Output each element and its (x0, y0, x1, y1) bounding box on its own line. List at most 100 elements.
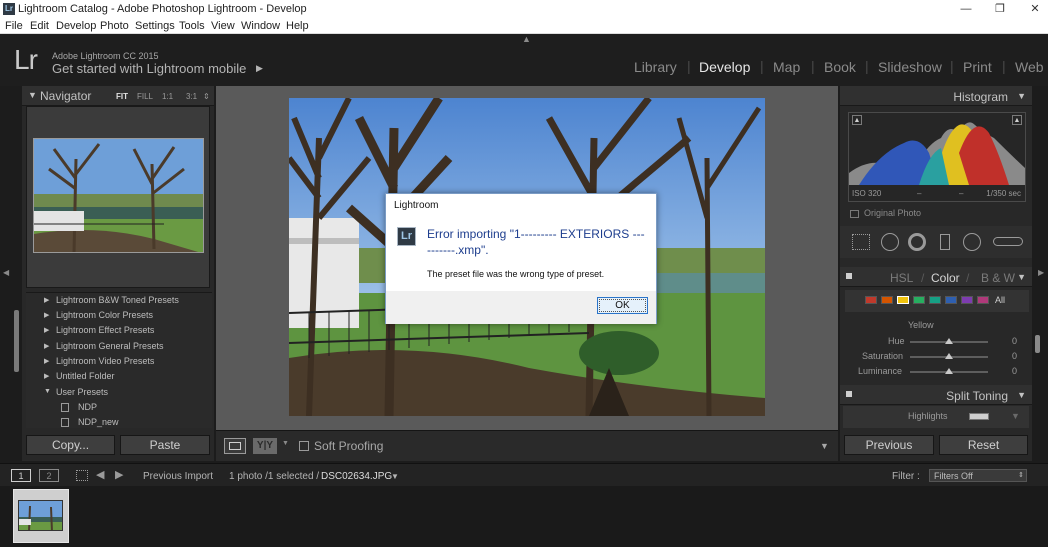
module-develop[interactable]: Develop (699, 59, 750, 75)
filename-dropdown-icon[interactable]: ▼ (391, 472, 399, 481)
luminance-slider-thumb[interactable] (945, 368, 953, 374)
tab-bw[interactable]: B & W (981, 271, 1015, 285)
filmstrip-source[interactable]: Previous Import (143, 471, 213, 482)
play-arrow-icon[interactable]: ▶ (256, 63, 263, 74)
highlights-color-swatch[interactable] (969, 413, 989, 420)
filter-dropdown[interactable]: Filters Off ⇕ (929, 469, 1027, 482)
tab-hsl[interactable]: HSL (890, 271, 913, 285)
copy-button[interactable]: Copy... (26, 435, 115, 455)
zoom-3-1[interactable]: 3:1 (186, 92, 197, 101)
preset-folder[interactable]: ▶ Untitled Folder (26, 369, 212, 384)
preset-folder[interactable]: ▶ Lightroom General Presets (26, 339, 212, 354)
loupe-view-button[interactable] (224, 438, 246, 454)
module-library[interactable]: Library (634, 59, 677, 75)
adjustment-brush-icon[interactable] (993, 237, 1023, 246)
menu-tools[interactable]: Tools (179, 20, 205, 32)
grid-view-icon[interactable] (76, 470, 88, 481)
collapse-triangle-icon[interactable]: ▼ (44, 388, 51, 395)
navigator-thumbnail[interactable] (33, 138, 204, 253)
collapse-triangle-icon[interactable]: ▼ (28, 90, 37, 100)
hue-value[interactable]: 0 (1012, 336, 1017, 346)
preset-item[interactable]: NDP (26, 400, 212, 415)
navigator-header[interactable]: ▼ Navigator FIT FILL 1:1 3:1 ⇕ (22, 86, 214, 106)
preset-item[interactable]: NDP_new (26, 415, 212, 430)
graduated-filter-icon[interactable] (940, 234, 950, 250)
swatch-aqua[interactable] (929, 296, 941, 304)
radial-filter-icon[interactable] (963, 233, 981, 251)
shadow-clipping-icon[interactable]: ▲ (852, 115, 862, 125)
original-photo-checkbox[interactable] (850, 210, 859, 218)
zoom-options-icon[interactable]: ⇕ (203, 92, 210, 101)
right-panel-scrollbar[interactable] (1035, 335, 1040, 353)
ok-button[interactable]: OK (597, 297, 648, 314)
expand-triangle-icon[interactable]: ▶ (44, 372, 49, 380)
panel-switch-icon[interactable] (846, 273, 852, 279)
swatch-orange[interactable] (881, 296, 893, 304)
collapse-triangle-icon[interactable]: ▼ (1017, 91, 1026, 101)
module-map[interactable]: Map (773, 59, 800, 75)
soft-proofing-checkbox[interactable] (299, 441, 309, 451)
saturation-value[interactable]: 0 (1012, 351, 1017, 361)
luminance-value[interactable]: 0 (1012, 366, 1017, 376)
swatch-blue[interactable] (945, 296, 957, 304)
right-panel-toggle-icon[interactable]: ▶ (1038, 268, 1044, 277)
split-toning-header[interactable]: Split Toning ▼ (840, 385, 1032, 405)
before-after-button[interactable]: Y|Y (253, 438, 277, 454)
swatch-all[interactable]: All (995, 295, 1005, 305)
left-panel-scrollbar[interactable] (14, 310, 19, 372)
preset-folder[interactable]: ▶ Lightroom B&W Toned Presets (26, 293, 212, 308)
menu-develop[interactable]: Develop (56, 20, 96, 32)
maximize-button[interactable]: ❐ (992, 1, 1008, 17)
toolbar-options-icon[interactable]: ▼ (820, 441, 829, 451)
menu-window[interactable]: Window (241, 20, 280, 32)
paste-button[interactable]: Paste (120, 435, 210, 455)
swatch-red[interactable] (865, 296, 877, 304)
zoom-1-1[interactable]: 1:1 (162, 92, 173, 101)
back-arrow-icon[interactable]: ◀ (96, 468, 104, 481)
crop-tool-icon[interactable] (852, 234, 870, 250)
module-slideshow[interactable]: Slideshow (878, 59, 942, 75)
expand-triangle-icon[interactable]: ▶ (44, 357, 49, 365)
menu-file[interactable]: File (5, 20, 23, 32)
swatch-yellow[interactable] (897, 296, 909, 304)
previous-button[interactable]: Previous (844, 435, 934, 455)
menu-edit[interactable]: Edit (30, 20, 49, 32)
menu-help[interactable]: Help (286, 20, 309, 32)
expand-triangle-icon[interactable]: ▼ (1011, 411, 1020, 421)
expand-triangle-icon[interactable]: ▶ (44, 326, 49, 334)
collapse-triangle-icon[interactable]: ▼ (1017, 272, 1026, 282)
swatch-magenta[interactable] (977, 296, 989, 304)
filter-dropdown-icon[interactable]: ⇕ (1018, 471, 1024, 479)
histogram[interactable]: ▲ ▲ ISO 320 – – 1/350 sec (848, 112, 1026, 202)
module-print[interactable]: Print (963, 59, 992, 75)
highlight-clipping-icon[interactable]: ▲ (1012, 115, 1022, 125)
zoom-fill[interactable]: FILL (137, 92, 153, 101)
preset-folder[interactable]: ▶ Lightroom Effect Presets (26, 323, 212, 338)
tab-color[interactable]: Color (931, 271, 960, 285)
main-window-button[interactable]: 1 (11, 469, 31, 482)
left-panel-toggle-icon[interactable]: ◀ (3, 268, 9, 277)
menu-settings[interactable]: Settings (135, 20, 175, 32)
hsl-color-bw-header[interactable]: HSL / Color / B & W ▼ (840, 267, 1032, 287)
close-button[interactable]: ✕ (1027, 1, 1043, 17)
module-web[interactable]: Web (1015, 59, 1044, 75)
hue-slider-thumb[interactable] (945, 338, 953, 344)
filmstrip-filename[interactable]: DSC02634.JPG (321, 471, 392, 482)
panel-switch-icon[interactable] (846, 391, 852, 397)
preset-folder[interactable]: ▼ User Presets (26, 385, 212, 400)
lightroom-mobile-link[interactable]: Get started with Lightroom mobile (52, 61, 246, 76)
menu-photo[interactable]: Photo (100, 20, 129, 32)
histogram-header[interactable]: Histogram ▼ (840, 86, 1032, 106)
top-panel-collapse-icon[interactable]: ▲ (522, 34, 531, 44)
before-after-dropdown-icon[interactable]: ▼ (282, 440, 289, 447)
collapse-triangle-icon[interactable]: ▼ (1017, 390, 1026, 400)
swatch-purple[interactable] (961, 296, 973, 304)
filmstrip-thumbnail[interactable] (18, 500, 63, 531)
minimize-button[interactable]: — (958, 1, 974, 17)
secondary-window-button[interactable]: 2 (39, 469, 59, 482)
module-book[interactable]: Book (824, 59, 856, 75)
menu-view[interactable]: View (211, 20, 235, 32)
reset-button[interactable]: Reset (939, 435, 1028, 455)
preset-folder[interactable]: ▶ Lightroom Video Presets (26, 354, 212, 369)
swatch-green[interactable] (913, 296, 925, 304)
